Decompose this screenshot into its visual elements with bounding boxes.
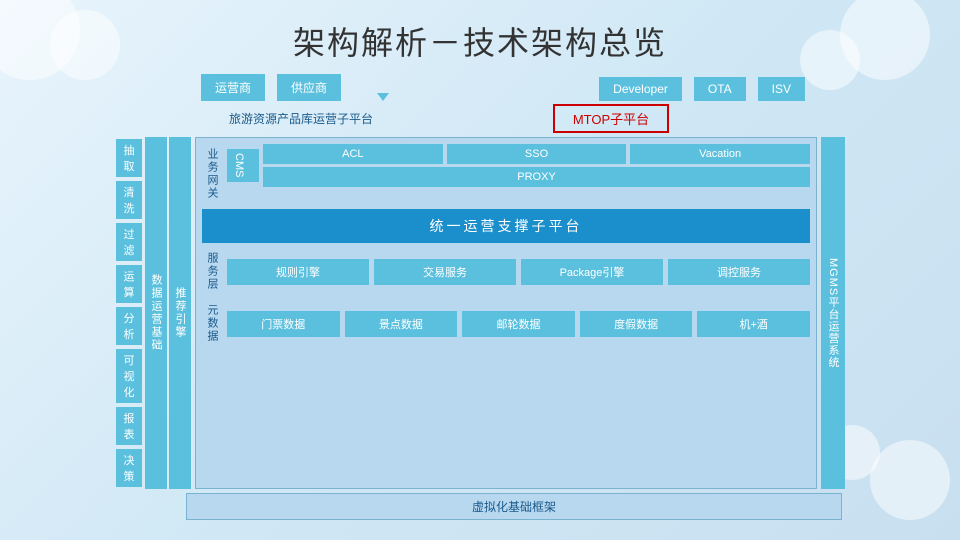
top-box-isv: ISV	[758, 77, 805, 101]
main-diagram-box: 业务网关 CMS ACL SSO Vacation PROXY	[195, 137, 817, 489]
vert-label-right: MGMS平台运营系统	[821, 137, 845, 489]
subtitle-left: 旅游资源产品库运营子平台	[201, 110, 401, 127]
cms-box: CMS	[227, 149, 259, 181]
label-qingxi: 清洗	[116, 181, 142, 219]
vert-label-data: 数据运营基础	[145, 137, 167, 489]
meta-jiajiu: 机+酒	[697, 311, 810, 337]
sso-box: SSO	[447, 144, 627, 164]
bottom-label: 虚拟化基础框架	[186, 493, 842, 520]
meta-jingdian: 景点数据	[345, 311, 458, 337]
label-chuqu: 抽取	[116, 139, 142, 177]
label-baobiao: 报表	[116, 407, 142, 445]
unified-box: 统一运营支撑子平台	[202, 209, 810, 243]
label-guolv: 过滤	[116, 223, 142, 261]
arrow-down-left	[377, 93, 389, 101]
label-fenxi: 分析	[116, 307, 142, 345]
label-keshihua: 可视化	[116, 349, 142, 403]
top-box-developer: Developer	[599, 77, 682, 101]
section-bizgate: 业务网关	[202, 144, 222, 204]
subtitle-right: MTOP子平台	[553, 104, 669, 133]
label-juece: 决策	[116, 449, 142, 487]
label-yunsuan: 运算	[116, 265, 142, 303]
deco-circle-4	[800, 30, 860, 90]
proxy-box: PROXY	[263, 167, 810, 187]
acl-box: ACL	[263, 144, 443, 164]
top-box-yunying: 运营商	[201, 74, 265, 101]
meta-dujia: 度假数据	[580, 311, 693, 337]
section-service: 服务层	[202, 248, 222, 295]
service-tiaokong: 调控服务	[668, 259, 810, 285]
deco-circle-2	[50, 10, 120, 80]
meta-youlun: 邮轮数据	[462, 311, 575, 337]
deco-circle-5	[870, 440, 950, 520]
top-box-ota: OTA	[694, 77, 746, 101]
service-guize: 规则引擎	[227, 259, 369, 285]
service-jiaoyi: 交易服务	[374, 259, 516, 285]
section-meta: 元数据	[202, 300, 222, 347]
meta-menpiao: 门票数据	[227, 311, 340, 337]
vert-label-recommend: 推荐引擎	[169, 137, 191, 489]
top-box-gongying: 供应商	[277, 74, 341, 101]
vacation-box: Vacation	[630, 144, 810, 164]
service-package: Package引擎	[521, 259, 663, 285]
